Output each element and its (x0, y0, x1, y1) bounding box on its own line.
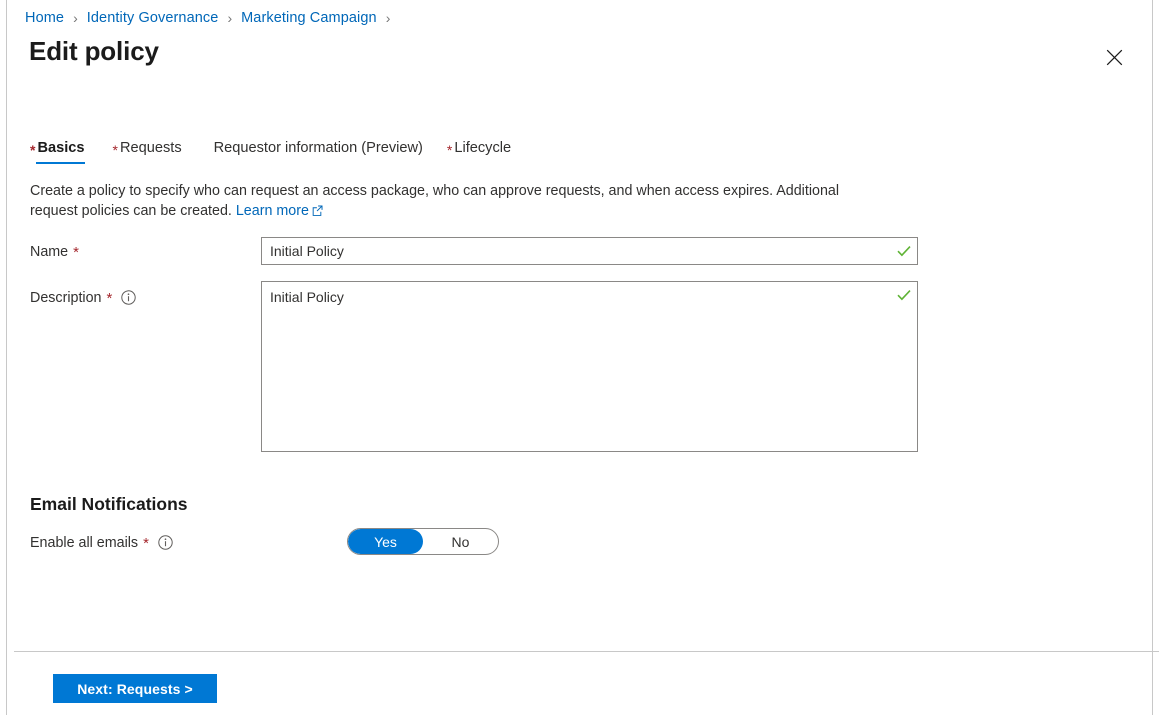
wizard-tablist: * Basics * Requests Requestor informatio… (30, 132, 539, 164)
info-icon[interactable] (158, 535, 173, 550)
description-label-text: Description (30, 289, 102, 306)
breadcrumb-separator-icon: › (73, 10, 78, 26)
tab-lifecycle[interactable]: * Lifecycle (447, 140, 511, 164)
external-link-icon (312, 202, 323, 222)
toggle-option-no[interactable]: No (423, 529, 498, 554)
tab-requests[interactable]: * Requests (113, 140, 182, 164)
email-notifications-section-title: Email Notifications (30, 494, 188, 514)
tab-selected-underline (36, 162, 85, 164)
description-field-label: Description * (30, 289, 137, 307)
enable-all-emails-label: Enable all emails * (30, 534, 173, 552)
breadcrumb-item-home[interactable]: Home (25, 10, 64, 26)
edit-policy-blade: Home › Identity Governance › Marketing C… (6, 0, 1159, 715)
enable-all-emails-label-text: Enable all emails (30, 534, 139, 551)
enable-all-emails-required-marker: * (143, 535, 149, 552)
tab-basics[interactable]: * Basics (30, 140, 85, 164)
learn-more-label: Learn more (235, 203, 309, 219)
intro-text: Create a policy to specify who can reque… (30, 183, 840, 219)
description-required-marker: * (106, 290, 113, 307)
name-field-label: Name * (30, 243, 79, 262)
breadcrumb: Home › Identity Governance › Marketing C… (25, 8, 399, 28)
breadcrumb-separator-icon: › (227, 10, 233, 26)
info-icon[interactable] (121, 290, 137, 305)
close-button[interactable] (1098, 41, 1130, 73)
close-icon (1106, 49, 1122, 65)
description-input-wrapper (261, 281, 918, 452)
breadcrumb-item-identity-governance[interactable]: Identity Governance (87, 10, 219, 26)
learn-more-link[interactable]: Learn more (236, 203, 309, 219)
footer-divider (14, 651, 1159, 652)
tab-lifecycle-label: Lifecycle (454, 140, 512, 156)
name-input[interactable] (262, 238, 891, 264)
breadcrumb-separator-icon: › (385, 10, 391, 26)
intro-description: Create a policy to specify who can reque… (30, 181, 875, 222)
page-title: Edit policy (29, 36, 159, 66)
tab-requestor-information[interactable]: Requestor information (Preview) (214, 140, 423, 164)
toggle-option-yes[interactable]: Yes (348, 529, 423, 554)
tab-requestor-information-label: Requestor information (Preview) (213, 140, 423, 156)
description-textarea[interactable] (262, 282, 891, 451)
enable-all-emails-toggle[interactable]: Yes No (347, 528, 499, 555)
next-requests-button[interactable]: Next: Requests > (53, 674, 217, 703)
tab-basics-label: Basics (37, 140, 85, 156)
azure-portal-blade-screen: Home › Identity Governance › Marketing C… (0, 0, 1161, 715)
name-validation-checkmark-icon (891, 245, 917, 257)
breadcrumb-item-marketing-campaign[interactable]: Marketing Campaign (241, 10, 377, 26)
name-input-wrapper (261, 237, 918, 265)
name-label-text: Name (30, 243, 69, 260)
description-validation-checkmark-icon (891, 282, 917, 301)
name-required-marker: * (73, 244, 79, 261)
tab-requests-label: Requests (119, 140, 182, 156)
